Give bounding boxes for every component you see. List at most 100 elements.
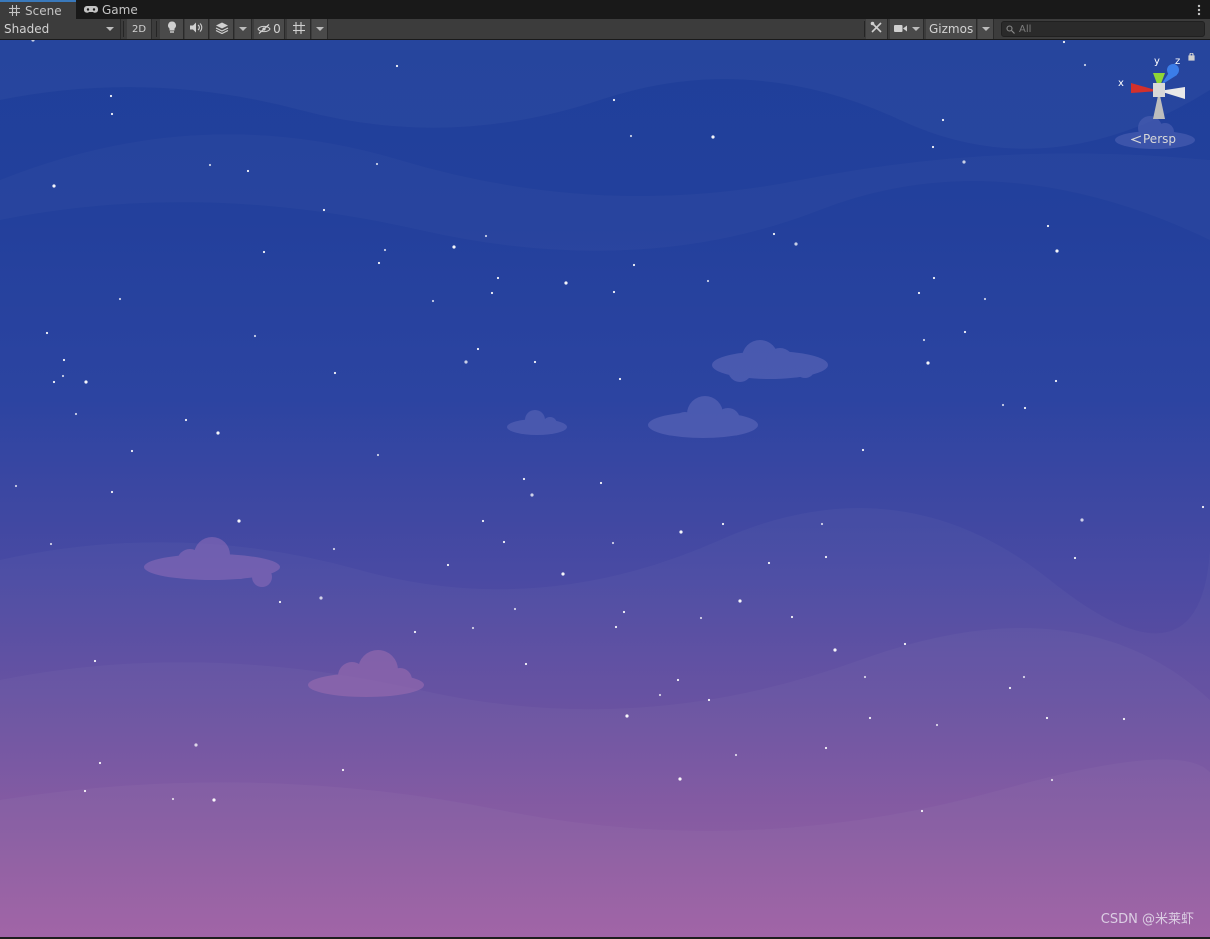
star [794,242,798,246]
star [62,358,66,362]
star [74,412,78,416]
star [322,208,326,212]
lock-icon[interactable] [1188,53,1195,61]
scene-toolbar: Shaded 2D 0 Gizmos All [0,19,1210,40]
cloud [507,410,567,435]
axis-z-label: z [1175,56,1180,67]
star [446,563,450,567]
star [452,245,456,249]
star [699,616,703,620]
star [471,626,475,630]
star [496,276,500,280]
toggle-2d-button[interactable]: 2D [127,19,152,39]
star [375,162,379,166]
star [484,234,488,238]
star [61,374,65,378]
star [1080,518,1084,522]
toolbar-divider [123,21,124,37]
star [833,648,837,652]
gizmos-toggle[interactable]: Gizmos [926,19,977,39]
chevron-down-icon [315,27,324,31]
star [931,145,935,149]
star [658,693,662,697]
star [83,789,87,793]
star [1201,505,1205,509]
camera-settings-button[interactable] [890,19,924,39]
star [612,98,616,102]
star [963,330,967,334]
star [622,610,626,614]
star [721,522,725,526]
star [524,662,528,666]
star [1083,63,1087,67]
orientation-gizmo[interactable]: x y z [1115,53,1195,123]
star [625,714,629,718]
star [93,659,97,663]
star [98,761,102,765]
star [332,547,336,551]
hidden-objects-count: 0 [273,22,281,36]
star [476,347,480,351]
grid-visibility-button[interactable] [287,19,311,39]
scene-search-input[interactable]: All [1001,21,1205,37]
star [863,675,867,679]
search-icon [1006,24,1015,34]
star [1073,556,1077,560]
tab-scene[interactable]: Scene [0,0,76,19]
toggle-lighting-button[interactable] [160,19,184,39]
hidden-objects-toggle[interactable]: 0 [254,19,285,39]
chevron-down-icon [106,27,114,31]
star [171,797,175,801]
star [962,160,966,164]
scene-effects-button[interactable] [210,19,234,39]
star [618,377,622,381]
star [253,334,257,338]
tab-game-label: Game [102,2,138,17]
star [376,453,380,457]
projection-label: Persp [1143,132,1176,146]
star [1023,406,1027,410]
tab-scene-label: Scene [25,3,62,18]
star [1008,686,1012,690]
star [278,600,282,604]
projection-toggle[interactable]: Persp [1131,132,1176,146]
chevron-down-icon [239,27,247,31]
star [706,279,710,283]
star [45,331,49,335]
star [1062,40,1066,44]
more-options-icon[interactable] [1194,0,1204,19]
star [941,118,945,122]
camera-icon [893,22,907,36]
toggle-audio-button[interactable] [185,19,209,39]
tab-game[interactable]: Game [84,0,154,19]
star [481,519,485,523]
shading-mode-label: Shaded [4,22,50,36]
lightbulb-icon [167,21,177,37]
star [614,625,618,629]
star [262,250,266,254]
wrench-icon [870,21,883,37]
star [431,299,435,303]
toolbar-divider [156,21,157,37]
star [767,561,771,565]
star [861,448,865,452]
star [237,519,241,523]
gizmos-dropdown[interactable] [978,19,994,39]
axis-y-label: y [1154,56,1160,67]
star [903,642,907,646]
star [1046,224,1050,228]
star [208,163,212,167]
grid-options-dropdown[interactable] [312,19,328,39]
star [377,261,381,265]
star [629,134,633,138]
star [599,481,603,485]
scene-effects-dropdown[interactable] [235,19,252,39]
shading-mode-dropdown[interactable]: Shaded [0,19,121,39]
cloud [648,396,758,438]
tools-button[interactable] [866,19,888,39]
star [612,290,616,294]
scene-viewport[interactable]: x y z Persp CSDN @米莱虾 [0,40,1210,937]
star [983,297,987,301]
star [333,371,337,375]
star [820,522,824,526]
